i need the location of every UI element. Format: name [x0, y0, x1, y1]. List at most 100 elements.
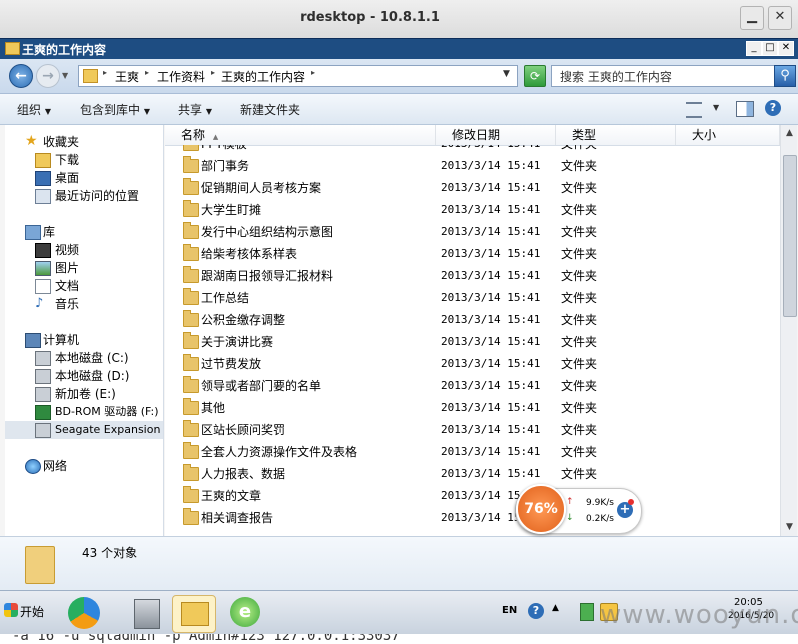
breadcrumb-item[interactable]: 王爽的工作内容	[221, 68, 305, 85]
organize-button[interactable]: 组织 ▼	[17, 101, 51, 118]
table-row[interactable]: PPT模板 2013/3/14 15:41 文件夹	[165, 145, 780, 155]
file-type: 文件夹	[561, 379, 598, 393]
table-row[interactable]: 区站长顾问奖罚 2013/3/14 15:41 文件夹	[165, 419, 780, 441]
folder-icon	[183, 266, 199, 283]
table-row[interactable]: 人力报表、数据 2013/3/14 15:41 文件夹	[165, 463, 780, 485]
nav-videos[interactable]: 视频	[5, 241, 163, 259]
nav-recent[interactable]: 最近访问的位置	[5, 187, 163, 205]
breadcrumb-separator-icon[interactable]: ▸	[145, 68, 149, 77]
column-name[interactable]: 名称 ▲	[165, 125, 436, 145]
table-row[interactable]: 大学生盯摊 2013/3/14 15:41 文件夹	[165, 199, 780, 221]
help-icon[interactable]: ?	[528, 603, 544, 619]
table-row[interactable]: 相关调查报告 2013/3/14 15	[165, 507, 780, 529]
column-size[interactable]: 大小	[676, 125, 780, 145]
file-name: 给柴考核体系样表	[201, 247, 298, 261]
table-row[interactable]: 工作总结 2013/3/14 15:41 文件夹	[165, 287, 780, 309]
column-date[interactable]: 修改日期	[436, 125, 556, 145]
taskbar-app-360[interactable]	[62, 595, 104, 631]
preview-pane-icon[interactable]	[736, 101, 754, 117]
breadcrumb-item[interactable]: 王爽	[115, 68, 139, 85]
network-speed-widget[interactable]: 76% ↑ 9.9K/s ↓ 0.2K/s +	[515, 484, 642, 534]
maximize-button[interactable]: □	[762, 41, 778, 56]
nav-downloads[interactable]: 下载	[5, 151, 163, 169]
nav-pictures[interactable]: 图片	[5, 259, 163, 277]
nav-documents[interactable]: 文档	[5, 277, 163, 295]
forward-button[interactable]: →	[36, 64, 60, 88]
breadcrumb-separator-icon[interactable]: ▸	[211, 68, 215, 77]
new-folder-button[interactable]: 新建文件夹	[240, 101, 300, 118]
rdesktop-minimize-button[interactable]: ▁	[740, 6, 764, 30]
table-row[interactable]: 部门事务 2013/3/14 15:41 文件夹	[165, 155, 780, 177]
file-list: 名称 ▲ 修改日期 类型 大小 PPT模板 2013/3/14 15:41 文件夹 …	[165, 125, 797, 536]
table-row[interactable]: 其他 2013/3/14 15:41 文件夹	[165, 397, 780, 419]
nav-network[interactable]: 网络	[5, 457, 163, 475]
table-row[interactable]: 过节费发放 2013/3/14 15:41 文件夹	[165, 353, 780, 375]
tray-power-icon[interactable]	[580, 603, 594, 621]
breadcrumb-separator-icon[interactable]: ▸	[103, 68, 107, 77]
table-row[interactable]: 公积金缴存调整 2013/3/14 15:41 文件夹	[165, 309, 780, 331]
scroll-down-icon[interactable]: ▼	[781, 519, 797, 536]
folder-icon	[183, 288, 199, 305]
nav-network-label: 网络	[43, 459, 68, 473]
table-row[interactable]: 王爽的文章 2013/3/14 15	[165, 485, 780, 507]
table-row[interactable]: 全套人力资源操作文件及表格 2013/3/14 15:41 文件夹	[165, 441, 780, 463]
search-input[interactable]: 搜索 王爽的工作内容	[551, 65, 775, 87]
computer-icon	[25, 333, 41, 348]
rdesktop-titlebar: rdesktop - 10.8.1.1 ▁ ✕	[0, 0, 798, 39]
address-bar[interactable]: ▸ 王爽 ▸ 工作资料 ▸ 王爽的工作内容 ▸ ▼	[78, 65, 518, 87]
view-chevron-icon[interactable]: ▼	[713, 103, 719, 112]
table-row[interactable]: 给柴考核体系样表 2013/3/14 15:41 文件夹	[165, 243, 780, 265]
include-library-label: 包含到库中	[80, 103, 141, 117]
scroll-up-icon[interactable]: ▲	[781, 125, 797, 142]
nav-favorites[interactable]: ★ 收藏夹	[5, 133, 163, 151]
search-icon[interactable]: ⚲	[774, 65, 796, 87]
breadcrumb-item[interactable]: 工作资料	[157, 68, 205, 85]
nav-disk-c[interactable]: 本地磁盘 (C:)	[5, 349, 163, 367]
share-button[interactable]: 共享 ▼	[178, 101, 212, 118]
nav-seagate[interactable]: Seagate Expansion	[5, 421, 163, 439]
address-dropdown-icon[interactable]: ▼	[503, 69, 510, 79]
nav-disk-d[interactable]: 本地磁盘 (D:)	[5, 367, 163, 385]
nav-desktop[interactable]: 桌面	[5, 169, 163, 187]
back-button[interactable]: ←	[9, 64, 33, 88]
file-type: 文件夹	[561, 401, 598, 415]
include-library-button[interactable]: 包含到库中 ▼	[80, 101, 150, 118]
file-date: 2013/3/14 15:41	[441, 379, 541, 392]
language-indicator[interactable]: EN	[502, 605, 517, 616]
file-date: 2013/3/14 15:41	[441, 145, 540, 155]
table-row[interactable]: 领导或者部门要的名单 2013/3/14 15:41 文件夹	[165, 375, 780, 397]
app-360-icon	[68, 597, 100, 629]
column-type[interactable]: 类型	[556, 125, 676, 145]
file-name: 领导或者部门要的名单	[201, 379, 322, 393]
upload-speed: 9.9K/s	[586, 498, 614, 508]
nav-computer[interactable]: 计算机	[5, 331, 163, 349]
libraries-icon	[25, 225, 41, 240]
view-options-icon[interactable]	[686, 102, 702, 118]
table-row[interactable]: 跟湖南日报领导汇报材料 2013/3/14 15:41 文件夹	[165, 265, 780, 287]
table-row[interactable]: 关于演讲比赛 2013/3/14 15:41 文件夹	[165, 331, 780, 353]
table-row[interactable]: 发行中心组织结构示意图 2013/3/14 15:41 文件夹	[165, 221, 780, 243]
file-name: 工作总结	[201, 291, 250, 305]
taskbar-app-ie[interactable]: e	[224, 595, 266, 631]
taskbar-app-explorer[interactable]	[172, 595, 216, 633]
nav-bdrom-f[interactable]: BD-ROM 驱动器 (F:)	[5, 403, 163, 421]
close-button[interactable]: ✕	[778, 41, 794, 56]
tray-expand-icon[interactable]: ▲	[552, 603, 559, 613]
refresh-button[interactable]: ⟳	[524, 65, 546, 87]
start-button[interactable]: 开始	[2, 597, 48, 629]
taskbar-app-server[interactable]	[124, 595, 166, 631]
vertical-scrollbar[interactable]: ▲ ▼	[780, 125, 797, 536]
organize-label: 组织	[17, 103, 42, 117]
recent-places-icon	[35, 189, 51, 204]
recent-pages-chevron-icon[interactable]: ▼	[62, 71, 68, 80]
nav-libraries[interactable]: 库	[5, 223, 163, 241]
nav-vol-e[interactable]: 新加卷 (E:)	[5, 385, 163, 403]
scroll-thumb[interactable]	[783, 155, 797, 317]
rdesktop-close-button[interactable]: ✕	[768, 6, 792, 30]
minimize-button[interactable]: _	[746, 41, 762, 56]
memory-percent: 76%	[516, 484, 566, 534]
help-icon[interactable]: ?	[765, 100, 781, 116]
nav-music[interactable]: ♪ 音乐	[5, 295, 163, 313]
table-row[interactable]: 促销期间人员考核方案 2013/3/14 15:41 文件夹	[165, 177, 780, 199]
breadcrumb-separator-icon[interactable]: ▸	[311, 68, 315, 77]
